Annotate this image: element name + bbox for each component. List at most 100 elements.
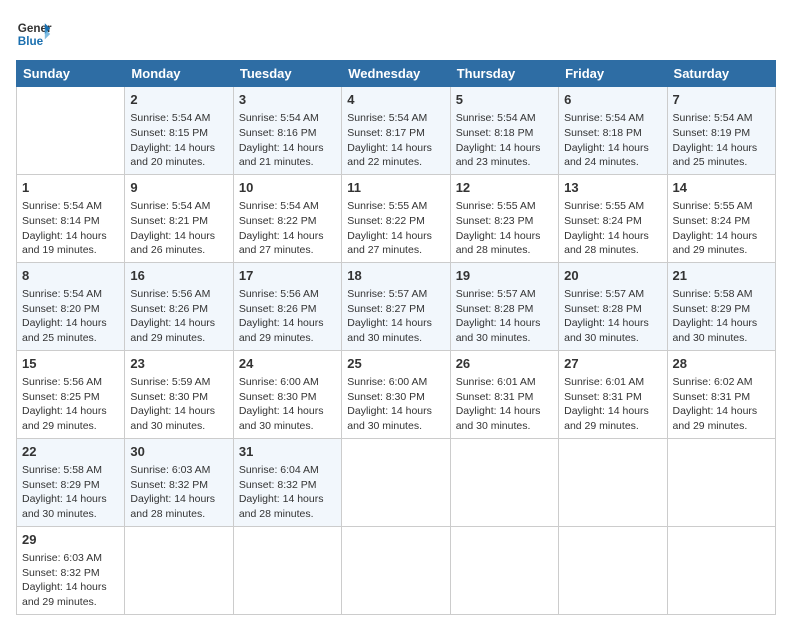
daylight-text: Daylight: 14 hours and 19 minutes.: [22, 230, 107, 257]
calendar-cell: 18Sunrise: 5:57 AMSunset: 8:27 PMDayligh…: [342, 262, 450, 350]
calendar-cell: 28Sunrise: 6:02 AMSunset: 8:31 PMDayligh…: [667, 350, 775, 438]
calendar-day-header: Tuesday: [233, 61, 341, 87]
svg-text:Blue: Blue: [18, 35, 44, 48]
day-number: 19: [456, 267, 553, 285]
daylight-text: Daylight: 14 hours and 23 minutes.: [456, 142, 541, 169]
day-number: 7: [673, 91, 770, 109]
day-number: 10: [239, 179, 336, 197]
day-number: 24: [239, 355, 336, 373]
calendar-cell: [17, 87, 125, 175]
daylight-text: Daylight: 14 hours and 30 minutes.: [347, 405, 432, 432]
day-number: 15: [22, 355, 119, 373]
day-number: 5: [456, 91, 553, 109]
sunrise-text: Sunrise: 6:00 AM: [347, 376, 427, 388]
calendar-week-row: 29Sunrise: 6:03 AMSunset: 8:32 PMDayligh…: [17, 526, 776, 614]
daylight-text: Daylight: 14 hours and 29 minutes.: [239, 317, 324, 344]
daylight-text: Daylight: 14 hours and 29 minutes.: [564, 405, 649, 432]
day-number: 9: [130, 179, 227, 197]
calendar-cell: 19Sunrise: 5:57 AMSunset: 8:28 PMDayligh…: [450, 262, 558, 350]
sunset-text: Sunset: 8:20 PM: [22, 303, 100, 315]
calendar-day-header: Sunday: [17, 61, 125, 87]
daylight-text: Daylight: 14 hours and 26 minutes.: [130, 230, 215, 257]
calendar-cell: 9 Sunrise: 5:54 AM Sunset: 8:21 PM Daylight…: [125, 174, 233, 262]
sunset-text: Sunset: 8:26 PM: [239, 303, 317, 315]
sunset-text: Sunset: 8:22 PM: [347, 215, 425, 227]
calendar-week-row: 22Sunrise: 5:58 AMSunset: 8:29 PMDayligh…: [17, 438, 776, 526]
sunrise-text: Sunrise: 5:56 AM: [130, 288, 210, 300]
sunrise-text: Sunrise: 5:56 AM: [239, 288, 319, 300]
daylight-text: Daylight: 14 hours and 25 minutes.: [22, 317, 107, 344]
sunset-text: Sunset: 8:15 PM: [130, 127, 208, 139]
sunset-text: Sunset: 8:30 PM: [347, 391, 425, 403]
daylight-text: Daylight: 14 hours and 21 minutes.: [239, 142, 324, 169]
sunset-text: Sunset: 8:28 PM: [456, 303, 534, 315]
calendar-cell: 29Sunrise: 6:03 AMSunset: 8:32 PMDayligh…: [17, 526, 125, 614]
calendar-cell: 8Sunrise: 5:54 AMSunset: 8:20 PMDaylight…: [17, 262, 125, 350]
sunrise-text: Sunrise: 5:54 AM: [130, 112, 210, 124]
sunset-text: Sunset: 8:27 PM: [347, 303, 425, 315]
day-number: 26: [456, 355, 553, 373]
sunset-text: Sunset: 8:24 PM: [564, 215, 642, 227]
calendar-cell: 10Sunrise: 5:54 AMSunset: 8:22 PMDayligh…: [233, 174, 341, 262]
sunset-text: Sunset: 8:21 PM: [130, 215, 208, 227]
sunrise-text: Sunrise: 5:59 AM: [130, 376, 210, 388]
calendar-cell: 22Sunrise: 5:58 AMSunset: 8:29 PMDayligh…: [17, 438, 125, 526]
calendar-week-row: 8Sunrise: 5:54 AMSunset: 8:20 PMDaylight…: [17, 262, 776, 350]
calendar-cell: [559, 526, 667, 614]
daylight-text: Daylight: 14 hours and 29 minutes.: [130, 317, 215, 344]
sunrise-text: Sunrise: 5:57 AM: [347, 288, 427, 300]
daylight-text: Daylight: 14 hours and 24 minutes.: [564, 142, 649, 169]
day-number: 4: [347, 91, 444, 109]
daylight-text: Daylight: 14 hours and 29 minutes.: [22, 405, 107, 432]
daylight-text: Daylight: 14 hours and 30 minutes.: [673, 317, 758, 344]
day-number: 3: [239, 91, 336, 109]
sunset-text: Sunset: 8:31 PM: [564, 391, 642, 403]
day-number: 1: [22, 179, 119, 197]
daylight-text: Daylight: 14 hours and 27 minutes.: [239, 230, 324, 257]
sunrise-text: Sunrise: 6:01 AM: [564, 376, 644, 388]
calendar-cell: 31Sunrise: 6:04 AMSunset: 8:32 PMDayligh…: [233, 438, 341, 526]
daylight-text: Daylight: 14 hours and 29 minutes.: [673, 230, 758, 257]
calendar-cell: 23Sunrise: 5:59 AMSunset: 8:30 PMDayligh…: [125, 350, 233, 438]
sunrise-text: Sunrise: 5:54 AM: [130, 200, 210, 212]
sunset-text: Sunset: 8:17 PM: [347, 127, 425, 139]
calendar-cell: 13Sunrise: 5:55 AMSunset: 8:24 PMDayligh…: [559, 174, 667, 262]
daylight-text: Daylight: 14 hours and 29 minutes.: [22, 581, 107, 608]
day-number: 13: [564, 179, 661, 197]
daylight-text: Daylight: 14 hours and 22 minutes.: [347, 142, 432, 169]
day-number: 30: [130, 443, 227, 461]
sunset-text: Sunset: 8:31 PM: [456, 391, 534, 403]
sunrise-text: Sunrise: 5:54 AM: [347, 112, 427, 124]
calendar-cell: [342, 526, 450, 614]
sunset-text: Sunset: 8:32 PM: [130, 479, 208, 491]
sunset-text: Sunset: 8:30 PM: [239, 391, 317, 403]
calendar-cell: 27 Sunrise: 6:01 AM Sunset: 8:31 PM Dayligh…: [559, 350, 667, 438]
logo: General Blue: [16, 16, 52, 52]
logo-icon: General Blue: [16, 16, 52, 52]
day-number: 17: [239, 267, 336, 285]
daylight-text: Daylight: 14 hours and 30 minutes.: [456, 317, 541, 344]
daylight-text: Daylight: 14 hours and 30 minutes.: [456, 405, 541, 432]
sunset-text: Sunset: 8:31 PM: [673, 391, 751, 403]
sunrise-text: Sunrise: 5:54 AM: [239, 200, 319, 212]
calendar-week-row: 1Sunrise: 5:54 AMSunset: 8:14 PMDaylight…: [17, 174, 776, 262]
day-number: 12: [456, 179, 553, 197]
sunrise-text: Sunrise: 5:54 AM: [673, 112, 753, 124]
calendar-cell: 21Sunrise: 5:58 AMSunset: 8:29 PMDayligh…: [667, 262, 775, 350]
sunrise-text: Sunrise: 6:04 AM: [239, 464, 319, 476]
calendar-cell: 11Sunrise: 5:55 AMSunset: 8:22 PMDayligh…: [342, 174, 450, 262]
calendar-cell: [233, 526, 341, 614]
sunrise-text: Sunrise: 5:55 AM: [456, 200, 536, 212]
calendar-day-header: Wednesday: [342, 61, 450, 87]
day-number: 14: [673, 179, 770, 197]
daylight-text: Daylight: 14 hours and 30 minutes.: [22, 493, 107, 520]
calendar-day-header: Thursday: [450, 61, 558, 87]
day-number: 8: [22, 267, 119, 285]
sunset-text: Sunset: 8:28 PM: [564, 303, 642, 315]
day-number: 27: [564, 355, 661, 373]
sunrise-text: Sunrise: 5:54 AM: [564, 112, 644, 124]
calendar-header-row: SundayMondayTuesdayWednesdayThursdayFrid…: [17, 61, 776, 87]
calendar-cell: [450, 526, 558, 614]
daylight-text: Daylight: 14 hours and 29 minutes.: [673, 405, 758, 432]
sunrise-text: Sunrise: 5:55 AM: [564, 200, 644, 212]
